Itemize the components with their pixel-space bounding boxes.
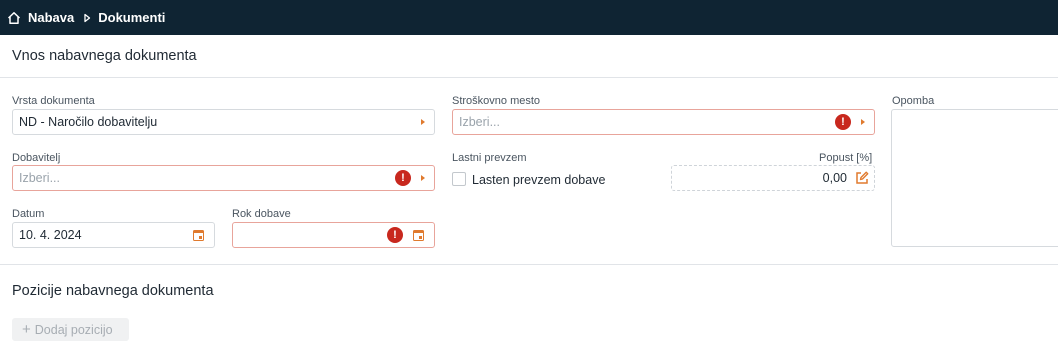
home-icon[interactable]: [7, 11, 21, 25]
document-type-value: ND - Naročilo dobavitelju: [19, 115, 158, 129]
supplier-placeholder: Izberi...: [19, 171, 60, 185]
calendar-icon[interactable]: [193, 229, 204, 241]
discount-label: Popust [%]: [819, 152, 873, 164]
dropdown-caret-icon[interactable]: [861, 119, 865, 125]
cost-center-label: Stroškovno mesto: [452, 95, 541, 107]
breadcrumb-item-nabava[interactable]: Nabava: [28, 10, 74, 25]
error-icon: !: [387, 227, 403, 243]
page-title: Vnos nabavnega dokumenta: [12, 48, 197, 64]
caret-right-icon: [82, 13, 92, 23]
breadcrumb-item-dokumenti[interactable]: Dokumenti: [98, 10, 165, 25]
supplier-label: Dobavitelj: [12, 152, 61, 164]
cost-center-select[interactable]: Izberi... !: [452, 109, 875, 135]
dropdown-caret-icon[interactable]: [421, 119, 425, 125]
discount-value: 0,00: [822, 171, 847, 185]
document-type-label: Vrsta dokumenta: [12, 95, 95, 107]
delivery-deadline-label: Rok dobave: [232, 208, 291, 220]
own-pickup-checkbox-label[interactable]: Lasten prevzem dobave: [472, 173, 605, 187]
note-textarea[interactable]: [891, 109, 1058, 247]
date-field[interactable]: 10. 4. 2024: [12, 222, 215, 248]
error-icon: !: [835, 114, 851, 130]
date-label: Datum: [12, 208, 45, 220]
own-pickup-label: Lastni prevzem: [452, 152, 527, 164]
header-divider: [0, 77, 1058, 78]
own-pickup-checkbox[interactable]: [452, 172, 466, 186]
add-position-label: Dodaj pozicijo: [34, 322, 113, 337]
add-position-button[interactable]: + Dodaj pozicijo: [12, 318, 129, 341]
supplier-select[interactable]: Izberi... !: [12, 165, 435, 191]
section-divider: [0, 264, 1058, 265]
cost-center-placeholder: Izberi...: [459, 115, 500, 129]
error-icon: !: [395, 170, 411, 186]
edit-icon[interactable]: [854, 170, 870, 186]
discount-field[interactable]: 0,00: [671, 165, 875, 191]
dropdown-caret-icon[interactable]: [421, 175, 425, 181]
positions-title: Pozicije nabavnega dokumenta: [12, 283, 214, 299]
plus-icon: +: [22, 321, 31, 338]
document-type-select[interactable]: ND - Naročilo dobavitelju: [12, 109, 435, 135]
calendar-icon[interactable]: [413, 229, 424, 241]
note-label: Opomba: [892, 95, 935, 107]
delivery-deadline-field[interactable]: !: [232, 222, 435, 248]
date-value: 10. 4. 2024: [19, 228, 82, 242]
breadcrumb: Nabava Dokumenti: [0, 0, 1058, 35]
